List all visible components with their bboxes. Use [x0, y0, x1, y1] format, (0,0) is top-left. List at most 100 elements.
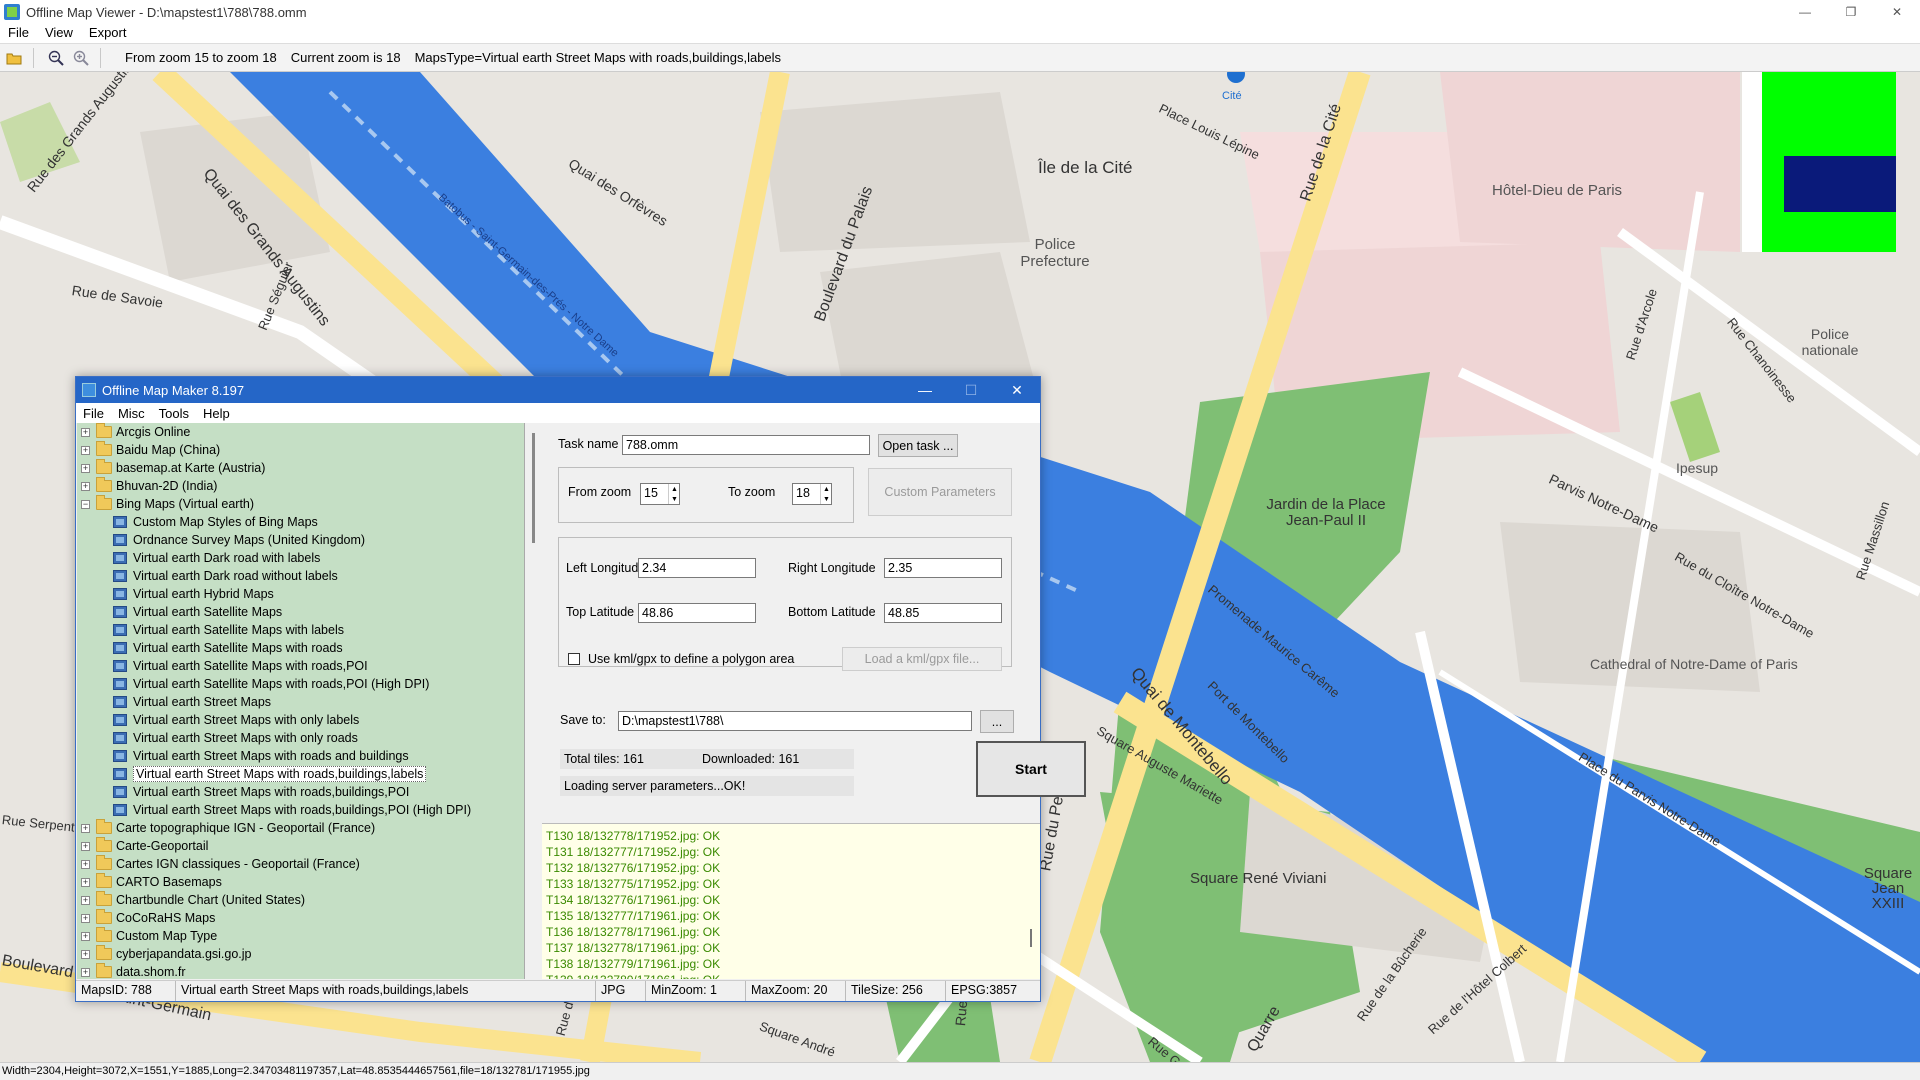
offline-map-maker-dialog: Offline Map Maker 8.197 — ☐ ✕ File Misc … — [75, 376, 1086, 1002]
tree-item-label: Virtual earth Street Maps with roads,bui… — [133, 766, 427, 782]
tree-folder-item[interactable]: + Arcgis Online — [77, 423, 524, 441]
tree-folder-item[interactable]: + Chartbundle Chart (United States) — [77, 891, 524, 909]
tree-folder-item[interactable]: + cyberjapandata.gsi.go.jp — [77, 945, 524, 963]
overview-minimap[interactable] — [1762, 72, 1896, 252]
tree-folder-item[interactable]: + Carte-Geoportail — [77, 837, 524, 855]
expand-icon[interactable]: + — [81, 481, 90, 491]
tree-map-item[interactable]: Virtual earth Street Maps with roads and… — [77, 747, 524, 765]
close-button[interactable]: ✕ — [1874, 0, 1920, 24]
tree-map-item[interactable]: Virtual earth Satellite Maps with roads,… — [77, 675, 524, 693]
to-zoom-spinner[interactable]: ▲ ▼ — [820, 484, 832, 504]
tree-folder-item[interactable]: + Cartes IGN classiques - Geoportail (Fra… — [77, 855, 524, 873]
spin-up-icon[interactable]: ▲ — [823, 486, 830, 493]
tree-map-item[interactable]: Custom Map Styles of Bing Maps — [77, 513, 524, 531]
dialog-maximize-button[interactable]: ☐ — [948, 377, 994, 403]
spin-down-icon[interactable]: ▼ — [823, 496, 830, 503]
tree-map-item[interactable]: Virtual earth Satellite Maps with roads,… — [77, 657, 524, 675]
open-folder-icon[interactable] — [3, 47, 25, 69]
kml-checkbox[interactable] — [568, 653, 580, 665]
map-icon — [113, 696, 127, 708]
map-label: Cathedral of Notre-Dame of Paris — [1590, 656, 1798, 672]
menu-file[interactable]: File — [0, 24, 37, 43]
tree-map-item[interactable]: Virtual earth Satellite Maps — [77, 603, 524, 621]
start-button[interactable]: Start — [976, 741, 1086, 797]
tree-folder-item[interactable]: + Custom Map Type — [77, 927, 524, 945]
tree-folder-item[interactable]: + basemap.at Karte (Austria) — [77, 459, 524, 477]
browse-folder-button[interactable]: ... — [980, 710, 1014, 733]
log-line: T139 18/132780/171961.jpg: OK — [546, 972, 1040, 979]
restore-button[interactable]: ❐ — [1828, 0, 1874, 24]
tree-map-item[interactable]: Virtual earth Dark road without labels — [77, 567, 524, 585]
tree-map-item[interactable]: Virtual earth Satellite Maps with labels — [77, 621, 524, 639]
top-latitude-input[interactable]: 48.86 — [638, 603, 756, 623]
expand-icon[interactable]: + — [81, 463, 90, 473]
spin-down-icon[interactable]: ▼ — [671, 496, 678, 503]
expand-icon[interactable]: + — [81, 823, 90, 833]
tree-map-item[interactable]: Virtual earth Street Maps with roads,bui… — [77, 801, 524, 819]
expand-icon[interactable]: + — [81, 949, 90, 959]
tree-folder-item[interactable]: + data.shom.fr — [77, 963, 524, 979]
right-longitude-input[interactable]: 2.35 — [884, 558, 1002, 578]
tree-item-label: data.shom.fr — [116, 965, 186, 979]
custom-parameters-button[interactable]: Custom Parameters — [868, 468, 1012, 516]
expand-icon[interactable]: + — [81, 859, 90, 869]
zoom-out-icon[interactable] — [45, 47, 67, 69]
from-zoom-spinner[interactable]: ▲ ▼ — [668, 484, 680, 504]
save-to-label: Save to: — [560, 713, 606, 727]
tree-item-label: Virtual earth Hybrid Maps — [133, 587, 274, 601]
expand-icon[interactable]: + — [81, 841, 90, 851]
left-longitude-input[interactable]: 2.34 — [638, 558, 756, 578]
save-to-input[interactable]: D:\mapstest1\788\ — [618, 711, 972, 731]
menu-export[interactable]: Export — [81, 24, 135, 43]
to-zoom-label: To zoom — [728, 485, 776, 499]
load-kml-button[interactable]: Load a kml/gpx file... — [842, 647, 1002, 671]
tree-folder-item[interactable]: + Bhuvan-2D (India) — [77, 477, 524, 495]
spin-up-icon[interactable]: ▲ — [671, 486, 678, 493]
tree-scroll-thumb[interactable] — [532, 433, 535, 543]
from-zoom-label: From zoom — [568, 485, 632, 499]
tree-folder-item[interactable]: + CoCoRaHS Maps — [77, 909, 524, 927]
tree-map-item[interactable]: Virtual earth Street Maps — [77, 693, 524, 711]
tree-item-label: Ordnance Survey Maps (United Kingdom) — [133, 533, 366, 547]
expand-icon[interactable]: + — [81, 967, 90, 977]
download-log[interactable]: T130 18/132778/171952.jpg: OK T131 18/132… — [542, 823, 1040, 979]
tree-folder-item[interactable]: + Carte topographique IGN - Geoportail (F… — [77, 819, 524, 837]
expand-icon[interactable]: + — [81, 895, 90, 905]
tree-map-item[interactable]: Ordnance Survey Maps (United Kingdom) — [77, 531, 524, 549]
expand-icon[interactable]: + — [81, 877, 90, 887]
log-scrollbar[interactable] — [1023, 824, 1040, 979]
dialog-menu-misc[interactable]: Misc — [111, 406, 152, 421]
expand-icon[interactable]: + — [81, 427, 90, 437]
tree-map-item[interactable]: Virtual earth Satellite Maps with roads — [77, 639, 524, 657]
tree-folder-item[interactable]: − Bing Maps (Virtual earth) — [77, 495, 524, 513]
dialog-menu-file[interactable]: File — [76, 406, 111, 421]
tree-item-label: Custom Map Type — [116, 929, 218, 943]
map-source-tree[interactable]: + Arcgis Online + Baidu Map (China) + basemap… — [77, 423, 525, 979]
dialog-menu-tools[interactable]: Tools — [152, 406, 196, 421]
bottom-latitude-input[interactable]: 48.85 — [884, 603, 1002, 623]
tree-item-label: Baidu Map (China) — [116, 443, 221, 457]
tree-map-item[interactable]: Virtual earth Street Maps with roads,bui… — [77, 765, 524, 783]
tree-folder-item[interactable]: + CARTO Basemaps — [77, 873, 524, 891]
tree-folder-item[interactable]: + Baidu Map (China) — [77, 441, 524, 459]
tree-map-item[interactable]: Virtual earth Street Maps with roads,bui… — [77, 783, 524, 801]
open-task-button[interactable]: Open task ... — [878, 434, 958, 457]
menu-view[interactable]: View — [37, 24, 81, 43]
dialog-close-button[interactable]: ✕ — [994, 377, 1040, 403]
expand-icon[interactable]: + — [81, 445, 90, 455]
tree-map-item[interactable]: Virtual earth Hybrid Maps — [77, 585, 524, 603]
map-icon — [113, 750, 127, 762]
tree-map-item[interactable]: Virtual earth Dark road with labels — [77, 549, 524, 567]
minimize-button[interactable]: — — [1782, 0, 1828, 24]
expand-icon[interactable]: + — [81, 913, 90, 923]
tree-map-item[interactable]: Virtual earth Street Maps with only labe… — [77, 711, 524, 729]
task-name-input[interactable]: 788.omm — [622, 435, 870, 455]
collapse-icon[interactable]: − — [81, 499, 90, 509]
dialog-menu-help[interactable]: Help — [196, 406, 237, 421]
expand-icon[interactable]: + — [81, 931, 90, 941]
dialog-minimize-button[interactable]: — — [902, 377, 948, 403]
tree-item-label: Virtual earth Street Maps with roads,bui… — [133, 803, 472, 817]
tree-map-item[interactable]: Virtual earth Street Maps with only road… — [77, 729, 524, 747]
zoom-in-icon[interactable] — [70, 47, 92, 69]
log-scroll-thumb[interactable] — [1030, 929, 1032, 947]
